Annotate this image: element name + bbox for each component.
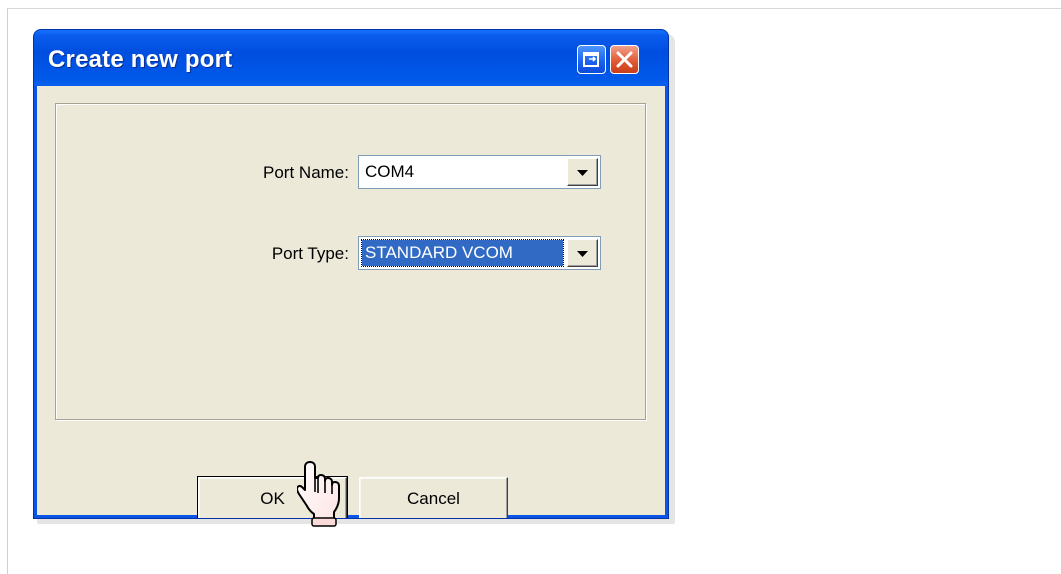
port-name-value: COM4 xyxy=(365,162,415,181)
chevron-down-icon xyxy=(577,170,588,176)
port-name-dropdown-button[interactable] xyxy=(567,158,598,186)
port-type-value: STANDARD VCOM xyxy=(361,239,564,267)
cancel-button[interactable]: Cancel xyxy=(359,477,508,518)
close-icon xyxy=(616,51,633,68)
restore-button[interactable] xyxy=(577,45,606,74)
dialog-client-area: Port Name: COM4 Port Type: STANDARD VCOM xyxy=(37,86,665,518)
port-type-dropdown-button[interactable] xyxy=(567,239,598,267)
hand-pointer-icon xyxy=(297,461,340,527)
port-name-select[interactable]: COM4 xyxy=(358,155,601,189)
port-type-select[interactable]: STANDARD VCOM xyxy=(358,236,601,270)
cancel-button-label: Cancel xyxy=(407,489,460,508)
ok-button-label: OK xyxy=(260,489,285,508)
port-name-label: Port Name: xyxy=(263,163,349,182)
dialog-title: Create new port xyxy=(48,46,233,73)
port-settings-group: Port Name: COM4 Port Type: STANDARD VCOM xyxy=(55,103,646,420)
chevron-down-icon xyxy=(577,251,588,257)
restore-window-icon xyxy=(583,52,599,67)
close-button[interactable] xyxy=(610,45,639,74)
title-bar[interactable]: Create new port xyxy=(34,30,668,86)
port-type-label: Port Type: xyxy=(271,244,349,263)
create-port-dialog: Create new port Port Name: COM4 Port Typ… xyxy=(33,29,669,519)
